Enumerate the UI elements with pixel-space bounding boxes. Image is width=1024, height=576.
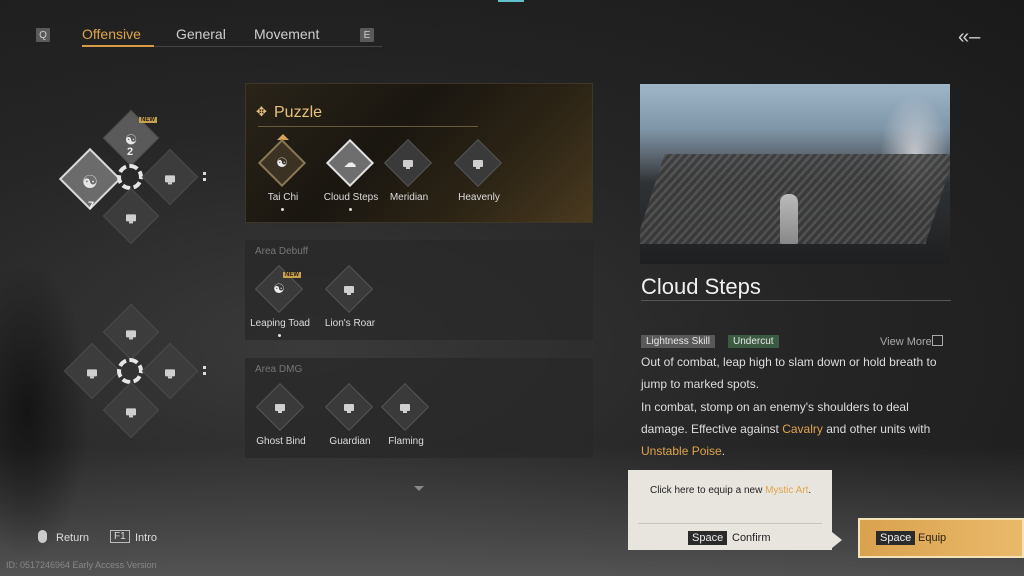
tab-offensive[interactable]: Offensive [82, 26, 141, 42]
equipped-dot [281, 208, 284, 211]
puzzle-icon: ✥ [256, 104, 267, 119]
skill-label: Ghost Bind [256, 436, 306, 447]
skill-description-2: In combat, stomp on an enemy's shoulders… [641, 396, 951, 462]
locked-skill-icon [332, 272, 366, 306]
slot-count: 2 [127, 146, 134, 158]
skill-preview-image [640, 84, 950, 264]
empty-slot-icon [72, 352, 112, 392]
keyword-mystic-art: Mystic Art [765, 485, 809, 496]
area-dmg-panel: Area DMG Ghost Bind Guardian Flaming [245, 358, 593, 458]
equipped-dot [278, 334, 281, 337]
desc-text: and other units with [822, 422, 931, 436]
empty-slot-icon [150, 158, 190, 198]
skill-label: Lion's Roar [324, 318, 376, 329]
skill-description-1: Out of combat, leap high to slam down or… [641, 355, 937, 391]
keyword-cavalry[interactable]: Cavalry [782, 422, 823, 436]
scroll-down-icon[interactable] [414, 486, 424, 491]
new-badge: NEW [139, 117, 157, 123]
confirm-button[interactable]: Confirm [732, 532, 771, 544]
equip-tooltip: Click here to equip a new Mystic Art. Sp… [628, 470, 832, 550]
return-button[interactable]: Return [56, 532, 89, 544]
skill-label: Flaming [388, 436, 424, 447]
group-title: Area Debuff [255, 246, 309, 257]
tag-lightness-skill: Lightness Skill [641, 335, 715, 348]
more-dots-icon [203, 172, 206, 182]
desc-text: . [721, 444, 726, 458]
f1-key: F1 [110, 530, 130, 543]
equip-button[interactable]: Space Equip [858, 518, 1024, 558]
view-more-link[interactable]: View More [880, 336, 932, 348]
new-badge: NEW [283, 272, 301, 278]
selected-count: 7 [88, 200, 95, 212]
loading-ring-icon [117, 358, 143, 384]
cloud-steps-icon: ☁ [343, 155, 357, 170]
empty-slot-icon [111, 313, 151, 353]
tooltip-text: Click here to equip a new Mystic Art. [650, 482, 820, 500]
skill-label: Meridian [389, 192, 429, 203]
loading-ring-icon [117, 164, 143, 190]
locked-skill-icon [391, 146, 425, 180]
tab-movement[interactable]: Movement [254, 26, 319, 42]
mouse-icon [38, 530, 47, 543]
space-key: Space [688, 531, 728, 545]
tooltip-text-b: . [808, 485, 812, 496]
locked-skill-icon [332, 390, 366, 424]
tab-active-indicator [82, 45, 154, 47]
empty-slot-icon [150, 352, 190, 392]
equip-label: Equip [918, 532, 947, 544]
skill-label: Tai Chi [267, 192, 299, 203]
empty-slot-icon [111, 391, 151, 431]
locked-skill-icon [388, 390, 422, 424]
prev-tab-key[interactable]: Q [36, 28, 50, 42]
tooltip-divider [638, 523, 822, 524]
equipped-dot [349, 208, 352, 211]
locked-skill-icon [263, 390, 297, 424]
top-indicator [498, 0, 524, 2]
title-divider [641, 300, 951, 301]
character-figure [780, 194, 798, 244]
list-icon[interactable] [932, 335, 943, 346]
area-debuff-panel: Area Debuff ☯ NEW Leaping Toad Lion's Ro… [245, 240, 593, 340]
skill-label: Leaping Toad [250, 318, 310, 329]
locked-skill-icon [461, 146, 495, 180]
title-divider [258, 126, 478, 127]
back-arrow-icon[interactable]: «– [958, 26, 990, 48]
tai-chi-icon: ☯ [81, 171, 99, 192]
panel-title: Puzzle [274, 104, 323, 121]
skill-label: Heavenly [458, 192, 500, 203]
skill-detail-title: Cloud Steps [641, 274, 761, 299]
group-title: Area DMG [255, 364, 303, 375]
tai-chi-icon: ☯ [276, 155, 288, 170]
version-label: ID: 0517246964 Early Access Version [6, 560, 157, 570]
empty-slot-icon [111, 197, 151, 237]
keyword-unstable-poise[interactable]: Unstable Poise [641, 444, 722, 458]
puzzle-panel: ✥ Puzzle ☯ Tai Chi ☁ Cloud Steps Meridia… [245, 83, 593, 223]
intro-button[interactable]: Intro [135, 532, 157, 544]
tag-undercut: Undercut [728, 335, 779, 348]
tooltip-pointer [832, 532, 842, 548]
tooltip-text-a: Click here to equip a new [650, 485, 766, 496]
tab-bar: Q Offensive General Movement E [24, 22, 384, 48]
next-tab-key[interactable]: E [360, 28, 374, 42]
character-silhouette [0, 260, 90, 560]
more-dots-icon [203, 366, 206, 376]
tab-general[interactable]: General [176, 26, 226, 42]
space-key: Space [876, 531, 916, 545]
